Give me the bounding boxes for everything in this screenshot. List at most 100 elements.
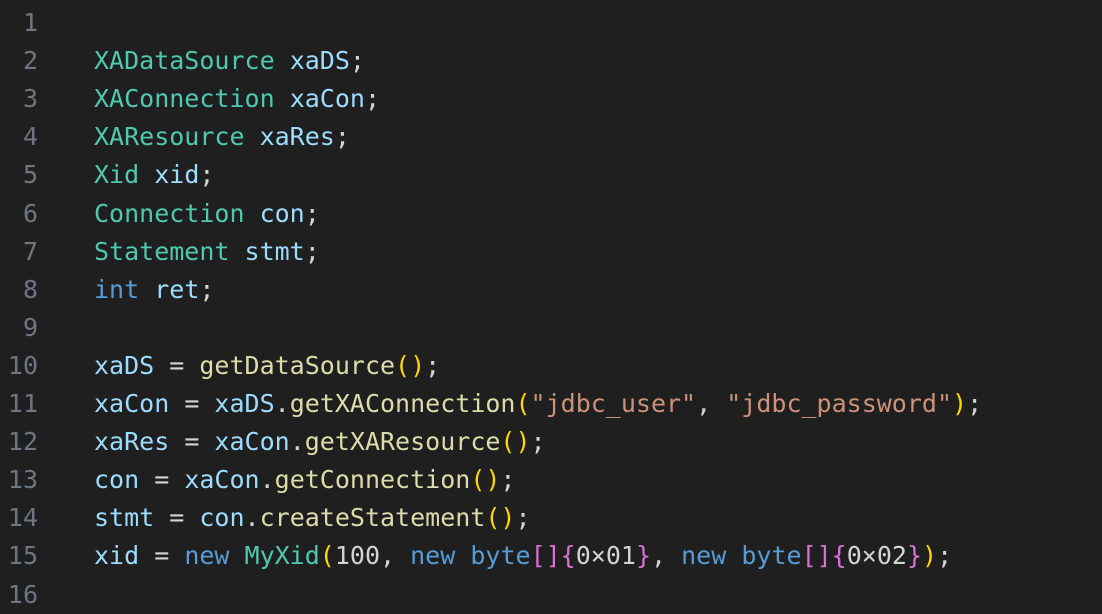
code-token: createStatement (259, 503, 486, 533)
code-token: con (199, 503, 245, 533)
code-token: Statement (94, 236, 230, 266)
code-token: new (184, 541, 230, 571)
line-number: 15 (7, 541, 38, 571)
code-token: = (154, 350, 200, 380)
code-token: ; (967, 389, 983, 418)
code-line-7[interactable]: 7 Statement stmt; (0, 233, 1102, 271)
code-text[interactable]: xaRes = xaCon.getXAResource(); (94, 423, 546, 461)
code-token: Xid (94, 160, 140, 190)
code-token: = (139, 541, 185, 571)
code-text[interactable]: XAConnection xaCon; (94, 80, 380, 118)
code-token: = (139, 465, 185, 495)
code-line-11[interactable]: 11 xaCon = xaDS.getXAConnection("jdbc_use… (0, 385, 1102, 423)
code-line-6[interactable]: 6 Connection con; (0, 195, 1102, 233)
code-token: xaDS (214, 389, 275, 418)
code-token: { (831, 541, 847, 571)
code-token: , (651, 541, 682, 571)
code-token: xaRes (259, 122, 335, 152)
code-line-12[interactable]: 12 xaRes = xaCon.getXAResource(); (0, 423, 1102, 461)
code-line-1[interactable]: 1 (0, 4, 1102, 42)
code-token: ; (199, 274, 215, 304)
code-text[interactable]: Statement stmt; (94, 233, 320, 271)
code-token: MyXid (244, 541, 320, 571)
code-text[interactable]: XADataSource xaDS; (94, 42, 365, 80)
line-number: 9 (22, 312, 38, 342)
code-token: Connection (94, 198, 245, 228)
line-number: 14 (7, 503, 38, 533)
code-text[interactable]: xid = new MyXid(100, new byte[]{0×01}, n… (94, 537, 952, 575)
code-token: ) (922, 541, 938, 571)
code-editor[interactable]: 1 2 XADataSource xaDS; 3 XAConnection xaCon;… (0, 0, 1102, 609)
line-number: 13 (7, 465, 38, 495)
code-token: ( (515, 389, 531, 418)
code-line-14[interactable]: 14 stmt = con.createStatement(); (0, 499, 1102, 537)
code-token: . (289, 427, 305, 457)
code-token: xaDS (289, 46, 350, 76)
code-text[interactable]: Connection con; (94, 195, 320, 233)
code-token: , (696, 389, 727, 418)
code-line-2[interactable]: 2 XADataSource xaDS; (0, 42, 1102, 80)
line-number: 1 (22, 8, 38, 37)
code-text[interactable]: int ret; (94, 271, 214, 309)
code-token: ; (500, 465, 516, 495)
code-token: xaCon (289, 84, 365, 114)
code-token: new (410, 541, 456, 571)
code-token: ; (334, 122, 350, 152)
code-line-5[interactable]: 5 Xid xid; (0, 156, 1102, 194)
code-token: ; (304, 198, 320, 228)
code-token: XAResource (94, 122, 245, 152)
code-token: ; (199, 160, 215, 190)
code-token: ret (154, 274, 200, 304)
code-token: [] (801, 541, 832, 571)
code-token: 0×01 (575, 541, 636, 571)
code-text[interactable]: xaDS = getDataSource(); (94, 347, 440, 385)
code-token: () (500, 427, 531, 457)
line-number: 4 (22, 122, 38, 152)
code-token: xaRes (94, 427, 170, 457)
code-line-8[interactable]: 8 int ret; (0, 271, 1102, 309)
code-token: [] (530, 541, 561, 571)
code-token: xaCon (214, 427, 290, 457)
code-line-16[interactable]: 16 (0, 576, 1102, 614)
line-number: 2 (22, 46, 38, 76)
code-token: { (560, 541, 576, 571)
code-token: 100 (334, 541, 381, 571)
code-token: stmt (94, 503, 155, 533)
code-text[interactable]: xaCon = xaDS.getXAConnection("jdbc_user"… (94, 385, 982, 423)
code-line-15[interactable]: 15 xid = new MyXid(100, new byte[]{0×01},… (0, 537, 1102, 575)
code-token: ) (952, 389, 968, 418)
code-token: getXAResource (304, 427, 501, 457)
code-token: , (380, 541, 411, 571)
code-token: ; (364, 84, 381, 114)
code-token: . (274, 389, 290, 418)
code-text[interactable]: con = xaCon.getConnection(); (94, 461, 515, 499)
line-number: 5 (22, 160, 38, 190)
code-text[interactable]: XAResource xaRes; (94, 118, 350, 156)
code-line-10[interactable]: 10 xaDS = getDataSource(); (0, 347, 1102, 385)
code-line-3[interactable]: 3 XAConnection xaCon; (0, 80, 1102, 118)
code-token: = (169, 389, 215, 418)
code-token: } (635, 541, 652, 571)
code-token: = (154, 503, 200, 533)
code-token: int (94, 274, 140, 304)
code-token: ; (425, 350, 441, 380)
code-text[interactable]: Xid xid; (94, 156, 214, 194)
code-token: XAConnection (94, 84, 275, 114)
code-line-4[interactable]: 4 XAResource xaRes; (0, 118, 1102, 156)
code-token: getXAConnection (289, 389, 516, 418)
code-line-13[interactable]: 13 con = xaCon.getConnection(); (0, 461, 1102, 499)
code-line-9[interactable]: 9 (0, 309, 1102, 347)
code-text[interactable]: stmt = con.createStatement(); (94, 499, 531, 537)
code-token: byte (470, 541, 531, 571)
line-number: 10 (7, 350, 38, 380)
line-number: 8 (22, 274, 38, 304)
code-token: ( (319, 541, 335, 571)
line-number: 7 (22, 236, 38, 266)
